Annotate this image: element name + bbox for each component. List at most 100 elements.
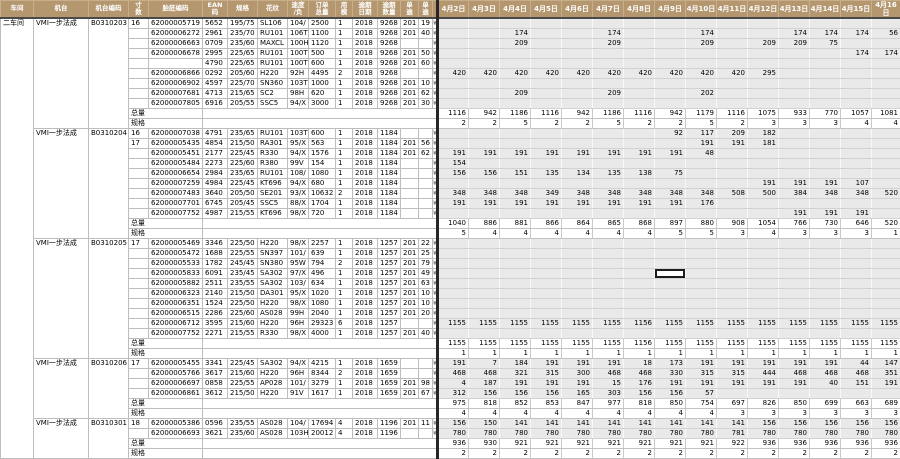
cell-spec[interactable]: 215/60 — [228, 319, 258, 329]
daily-cell[interactable] — [841, 199, 872, 209]
daily-cell[interactable] — [469, 289, 500, 299]
total-row-value[interactable]: 921 — [655, 439, 686, 449]
cell-pattern[interactable]: RU101 — [258, 49, 288, 59]
daily-cell[interactable] — [469, 239, 500, 249]
cell-inch[interactable] — [129, 379, 149, 389]
cell-overdue_date[interactable]: 2018 — [353, 419, 378, 429]
cell-unit2[interactable] — [419, 189, 433, 199]
daily-cell[interactable] — [748, 299, 779, 309]
spec-row-value[interactable]: 4 — [624, 409, 655, 419]
daily-cell[interactable]: 191 — [500, 379, 531, 389]
daily-cell[interactable]: 315 — [717, 369, 748, 379]
daily-cell[interactable] — [624, 279, 655, 289]
daily-cell[interactable]: 44 — [841, 359, 872, 369]
daily-cell[interactable] — [717, 279, 748, 289]
daily-cell[interactable]: 209 — [748, 39, 779, 49]
cell-unit2[interactable] — [419, 429, 433, 439]
cell-inch[interactable] — [129, 209, 149, 219]
daily-cell[interactable]: 420 — [469, 69, 500, 79]
machine-code-cell[interactable]: B0310205 — [89, 239, 129, 359]
daily-cell[interactable] — [500, 279, 531, 289]
total-row-value[interactable]: 689 — [872, 399, 900, 409]
daily-cell[interactable] — [469, 299, 500, 309]
daily-cell[interactable] — [841, 159, 872, 169]
cell-molds[interactable]: 1 — [336, 199, 353, 209]
cell-overdue_qty[interactable]: 9268 — [378, 49, 401, 59]
daily-cell[interactable]: 300 — [562, 369, 593, 379]
daily-cell[interactable] — [748, 239, 779, 249]
daily-cell[interactable] — [655, 259, 686, 269]
daily-cell[interactable] — [748, 389, 779, 399]
daily-cell[interactable] — [717, 179, 748, 189]
cell-order_qty[interactable]: 600 — [309, 129, 336, 139]
daily-cell[interactable] — [562, 269, 593, 279]
daily-cell[interactable] — [624, 329, 655, 339]
spec-row-value[interactable]: 2 — [531, 449, 562, 459]
cell-inch[interactable] — [129, 59, 149, 69]
col-header-9[interactable]: 订单总量 — [309, 1, 336, 19]
machine-code-cell[interactable]: B0310301 — [89, 419, 129, 459]
cell-speed[interactable]: 93/X — [288, 189, 309, 199]
cell-inch[interactable]: 16 — [129, 129, 149, 139]
cell-speed[interactable]: 94/X — [288, 179, 309, 189]
daily-cell[interactable] — [438, 99, 469, 109]
daily-cell[interactable] — [438, 179, 469, 189]
daily-cell[interactable] — [841, 129, 872, 139]
daily-cell[interactable] — [872, 89, 900, 99]
daily-cell[interactable]: 191 — [624, 199, 655, 209]
daily-cell[interactable] — [810, 259, 841, 269]
cell-speed[interactable]: 103T — [288, 129, 309, 139]
spec-row-value[interactable]: 1 — [500, 349, 531, 359]
cell-order_qty[interactable]: 2040 — [309, 309, 336, 319]
cell-overdue_qty[interactable]: 1257 — [378, 269, 401, 279]
cell-unit1[interactable] — [401, 169, 419, 179]
total-row-value[interactable]: 1040 — [438, 219, 469, 229]
cell-order_qty[interactable]: 1576 — [309, 149, 336, 159]
daily-cell[interactable]: 174 — [841, 49, 872, 59]
cell-tire_code[interactable]: 62000006654 — [149, 169, 203, 179]
cell-tire_code[interactable]: 62000006323 — [149, 289, 203, 299]
daily-cell[interactable] — [872, 59, 900, 69]
cell-overdue_qty[interactable]: 1184 — [378, 179, 401, 189]
spec-row-value[interactable]: 2 — [810, 449, 841, 459]
cell-overdue_qty[interactable]: 1196 — [378, 429, 401, 439]
daily-cell[interactable] — [500, 209, 531, 219]
daily-cell[interactable]: 92 — [655, 129, 686, 139]
spec-row-value[interactable]: 3 — [810, 409, 841, 419]
cell-speed[interactable]: 108/ — [288, 169, 309, 179]
cell-pattern[interactable]: AS028 — [258, 429, 288, 439]
daily-cell[interactable] — [810, 249, 841, 259]
daily-cell[interactable] — [438, 249, 469, 259]
cell-tire_code[interactable]: 62000005719 — [149, 18, 203, 29]
daily-cell[interactable]: 209 — [686, 39, 717, 49]
cell-spec[interactable]: 225/45 — [228, 359, 258, 369]
spec-row-value[interactable]: 1 — [438, 349, 469, 359]
daily-cell[interactable] — [841, 59, 872, 69]
daily-cell[interactable]: 182 — [748, 129, 779, 139]
cell-tire_code[interactable]: 62000006697 — [149, 379, 203, 389]
daily-cell[interactable]: 181 — [748, 139, 779, 149]
cell-inch[interactable] — [129, 199, 149, 209]
date-header-4月5日[interactable]: 4月5日 — [531, 1, 562, 19]
cell-unit1[interactable]: 201 — [401, 149, 419, 159]
cell-pattern[interactable]: SA302 — [258, 279, 288, 289]
daily-cell[interactable] — [655, 309, 686, 319]
total-row-value[interactable]: 1155 — [438, 339, 469, 349]
daily-cell[interactable]: 191 — [810, 209, 841, 219]
cell-tire_code[interactable]: 62000005451 — [149, 149, 203, 159]
cell-unit1[interactable]: 201 — [401, 299, 419, 309]
daily-cell[interactable] — [531, 89, 562, 99]
cell-tire_code[interactable]: 62000007752 — [149, 209, 203, 219]
total-row-value[interactable]: 936 — [810, 439, 841, 449]
cell-inch[interactable] — [129, 179, 149, 189]
date-header-4月8日[interactable]: 4月8日 — [624, 1, 655, 19]
cell-overdue_qty[interactable]: 9268 — [378, 69, 401, 79]
total-row-value[interactable]: 1116 — [531, 109, 562, 119]
spec-row-value[interactable]: 3 — [872, 409, 900, 419]
daily-cell[interactable]: 781 — [717, 429, 748, 439]
daily-cell[interactable]: 191 — [748, 179, 779, 189]
daily-cell[interactable] — [469, 59, 500, 69]
cell-molds[interactable]: 2 — [336, 189, 353, 199]
cell-tire_code[interactable]: 62000007038 — [149, 129, 203, 139]
total-row-value[interactable]: 754 — [686, 399, 717, 409]
